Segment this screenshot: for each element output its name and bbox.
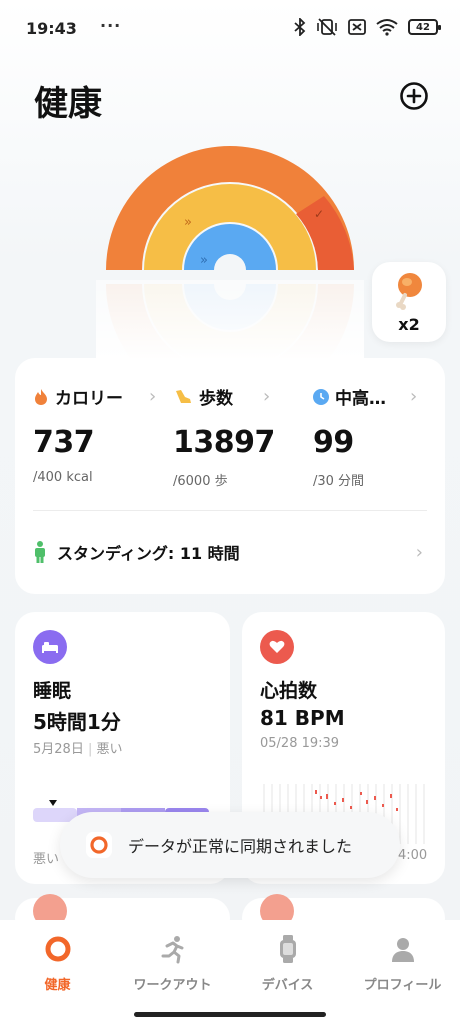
- shoe-icon: [176, 389, 191, 403]
- running-icon: [161, 936, 183, 964]
- steps-label: 歩数: [199, 389, 233, 409]
- profile-icon: [391, 938, 414, 962]
- battery-icon: 42: [408, 19, 441, 35]
- wifi-icon: [376, 19, 398, 36]
- svg-text:✓: ✓: [314, 207, 324, 221]
- sync-toast: データが正常に同期されました: [60, 812, 400, 878]
- steps-metric[interactable]: 歩数 › 13897 /6000 歩: [173, 384, 313, 489]
- chevron-right-icon: ›: [415, 541, 423, 563]
- add-button[interactable]: [398, 80, 430, 112]
- sleep-date: 5月28日: [33, 742, 84, 757]
- sleep-scale-label: 悪い: [33, 852, 60, 867]
- nav-devices-label: デバイス: [261, 978, 314, 993]
- status-bar: 19:43 ··· 42: [0, 0, 460, 56]
- nav-workout-label: ワークアウト: [133, 978, 212, 993]
- divider: [33, 510, 427, 511]
- health-ring-icon: [45, 936, 70, 962]
- nav-devices[interactable]: デバイス: [230, 934, 345, 993]
- calories-label: カロリー: [55, 389, 123, 409]
- sleep-title: 睡眠: [33, 680, 72, 702]
- achievement-card[interactable]: x2: [372, 262, 446, 342]
- status-time: 19:43: [26, 19, 77, 38]
- calories-value: 737: [33, 425, 95, 460]
- page-title: 健康: [34, 84, 102, 124]
- toast-message: データが正常に同期されました: [128, 837, 353, 856]
- chevron-right-icon: ›: [410, 386, 418, 407]
- home-indicator: [134, 1012, 326, 1017]
- nav-workout[interactable]: ワークアウト: [115, 934, 230, 993]
- intensity-label: 中高…: [335, 389, 386, 409]
- standing-person-icon: [35, 541, 45, 563]
- intensity-value: 99: [313, 425, 354, 460]
- intensity-goal: /30 分間: [313, 474, 365, 489]
- heart-icon: [260, 630, 294, 664]
- achievement-count: x2: [398, 314, 420, 334]
- activity-card: カロリー › 737 /400 kcal 歩数 › 13897 /6000 歩 …: [15, 358, 445, 594]
- nav-health-label: 健康: [44, 978, 71, 993]
- heart-axis-label: 4:00: [398, 848, 428, 863]
- sleep-value: 5時間1分: [33, 710, 121, 734]
- nav-health[interactable]: 健康: [0, 934, 115, 993]
- clock-icon: [313, 388, 329, 405]
- vibrate-off-icon: [317, 18, 337, 36]
- activity-rings[interactable]: » » ✓: [96, 140, 364, 360]
- steps-goal: /6000 歩: [173, 474, 228, 489]
- status-icons: 42: [294, 18, 441, 36]
- heart-title: 心拍数: [260, 680, 318, 702]
- notification-dots: ···: [100, 16, 122, 35]
- bluetooth-icon: [294, 18, 306, 36]
- nav-profile[interactable]: プロフィール: [345, 934, 460, 993]
- calories-goal: /400 kcal: [33, 470, 93, 485]
- nav-profile-label: プロフィール: [363, 978, 442, 993]
- calories-metric[interactable]: カロリー › 737 /400 kcal: [33, 384, 173, 485]
- standing-row[interactable]: スタンディング: 11 時間 ›: [33, 518, 427, 586]
- bottom-navigation: 健康 ワークアウト デバイス プロフィール: [0, 920, 460, 1024]
- watch-icon: [279, 935, 296, 963]
- heart-time: 05/28 19:39: [260, 736, 340, 751]
- svg-text:»: »: [184, 215, 192, 230]
- chevron-right-icon: ›: [263, 386, 271, 407]
- app-logo-icon: [86, 832, 112, 858]
- drumstick-icon: [396, 272, 422, 310]
- sleep-date-row: 5月28日 | 悪い: [33, 742, 123, 757]
- steps-value: 13897: [173, 425, 275, 460]
- flame-icon: [35, 388, 47, 405]
- heart-value: 81 BPM: [260, 706, 345, 730]
- bed-icon: [33, 630, 67, 664]
- standing-label: スタンディング: 11 時間: [57, 544, 240, 563]
- svg-text:»: »: [200, 253, 208, 268]
- chevron-right-icon: ›: [149, 386, 157, 407]
- sleep-quality: 悪い: [96, 742, 123, 757]
- sim-off-icon: [348, 19, 366, 35]
- intensity-metric[interactable]: 中高… › 99 /30 分間: [313, 384, 437, 489]
